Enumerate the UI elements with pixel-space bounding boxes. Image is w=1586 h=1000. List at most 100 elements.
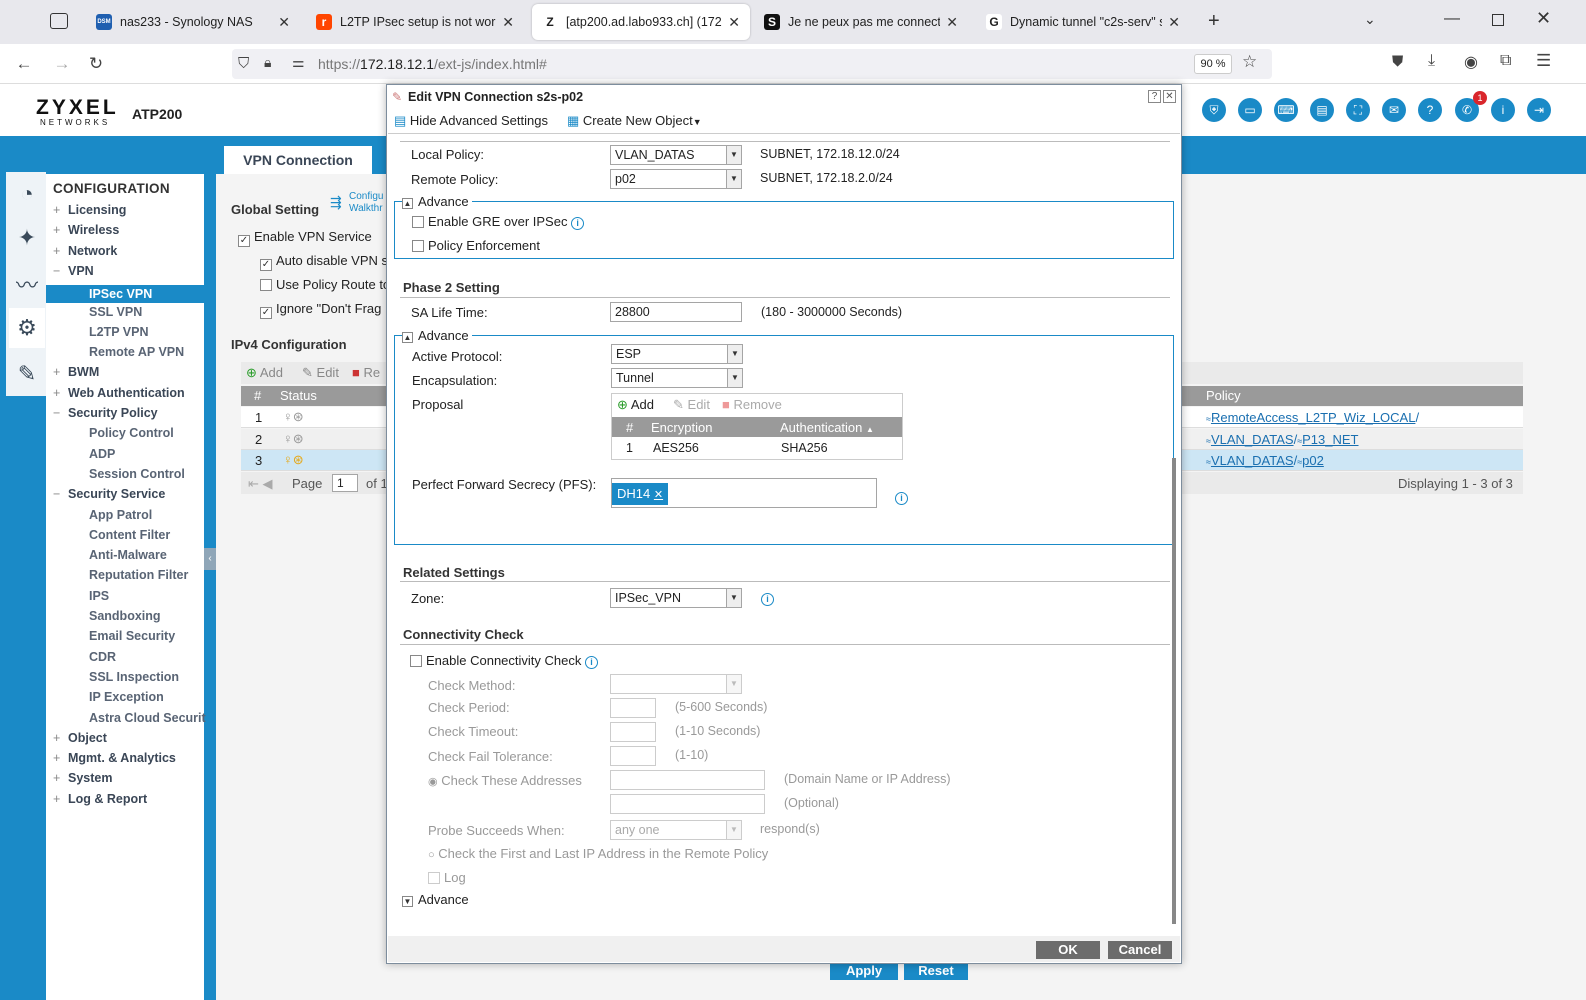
sidebar-item[interactable]: Astra Cloud Securit (89, 711, 206, 725)
reset-button[interactable]: Reset (904, 962, 968, 980)
bookmark-star-icon[interactable]: ☆ (1242, 52, 1257, 72)
extensions-icon[interactable]: ⧉ (1500, 52, 1511, 70)
sidebar-item[interactable]: Content Filter (89, 528, 170, 542)
proposal-col-encryption[interactable]: Encryption (651, 420, 712, 435)
close-tab-icon[interactable]: ✕ (728, 14, 740, 31)
use-policy-route-checkbox[interactable]: Use Policy Route to (260, 277, 390, 292)
sidebar-item[interactable]: + Licensing (53, 203, 126, 217)
sidebar-item[interactable]: + BWM (53, 365, 99, 379)
sidebar-item[interactable]: ADP (89, 447, 115, 461)
account-icon[interactable]: ◉ (1464, 52, 1478, 72)
expand-toggle-icon[interactable]: + (53, 771, 68, 785)
shield-icon[interactable]: ⛉ (238, 55, 249, 72)
sidebar-item[interactable]: Policy Control (89, 426, 174, 440)
proposal-remove-button[interactable]: ■ Remove (722, 397, 782, 412)
policy-cell[interactable]: ≈VLAN_DATAS/≈p02 (1206, 453, 1324, 468)
grid-add-button[interactable]: ⊕ Add (246, 365, 283, 381)
sa-life-input[interactable]: 28800 (610, 302, 742, 322)
grid-col-status[interactable]: Status (280, 388, 317, 403)
log-checkbox[interactable]: Log (428, 870, 466, 885)
walkthrough-icon[interactable]: ⇶ (330, 194, 342, 211)
network-topology-icon[interactable]: ⛶ (1346, 98, 1370, 122)
dialog-close-icon[interactable]: ✕ (1163, 90, 1176, 103)
sidebar-item[interactable]: + Web Authentication (53, 386, 185, 400)
browser-tab[interactable]: DSM nas233 - Synology NAS ✕ (86, 4, 300, 40)
close-tab-icon[interactable]: ✕ (502, 14, 514, 31)
policy-enforcement-checkbox[interactable]: Policy Enforcement (412, 238, 540, 253)
forward-arrow-icon[interactable]: → (50, 52, 74, 76)
expand-toggle-icon[interactable]: − (53, 487, 68, 501)
enable-gre-checkbox[interactable]: Enable GRE over IPSec i (412, 214, 585, 230)
create-new-object-button[interactable]: ▦ Create New Object▼ (567, 113, 702, 129)
browser-tab[interactable]: r L2TP IPsec setup is not working ✕ (306, 4, 524, 40)
grid-col-num[interactable]: # (254, 388, 261, 403)
expand-toggle-icon[interactable]: − (53, 264, 68, 278)
sidebar-item[interactable]: + Mgmt. & Analytics (53, 751, 176, 765)
cancel-button[interactable]: Cancel (1108, 941, 1172, 959)
encapsulation-select[interactable]: Tunnel ▼ (611, 368, 743, 388)
config-walkthrough-link[interactable]: Configu Walkthr (349, 191, 383, 215)
hide-advanced-button[interactable]: ▤ Hide Advanced Settings (394, 113, 548, 129)
sidebar-item[interactable]: − Security Policy (53, 406, 158, 420)
active-protocol-select[interactable]: ESP ▼ (611, 344, 743, 364)
about-info-icon[interactable]: i (1491, 98, 1515, 122)
sidebar-item[interactable]: Remote AP VPN (89, 345, 184, 359)
info-icon[interactable]: i (584, 656, 598, 669)
ignore-dont-frag-checkbox[interactable]: ✓ Ignore "Don't Frag (260, 301, 381, 319)
sidebar-item[interactable]: IPSec VPN (46, 285, 204, 304)
ok-button[interactable]: OK (1036, 941, 1100, 959)
sidebar-item[interactable]: + System (53, 771, 112, 785)
apply-button[interactable]: Apply (830, 962, 898, 980)
expand-toggle-icon[interactable]: − (53, 406, 68, 420)
sidebar-item[interactable]: + Wireless (53, 223, 119, 237)
expand-toggle-icon[interactable]: + (53, 386, 68, 400)
proposal-col-num[interactable]: # (626, 420, 633, 435)
zoom-level-badge[interactable]: 90 % (1194, 54, 1232, 74)
policy-cell[interactable]: ≈VLAN_DATAS/≈P13_NET (1206, 432, 1359, 447)
check-period-input[interactable] (610, 698, 656, 718)
dashboard-gauge-icon[interactable]: ◔ (9, 174, 45, 214)
connectivity-advance-toggle[interactable]: ▼ Advance (402, 892, 469, 907)
collapse-sidebar-handle[interactable]: ‹ (204, 548, 216, 570)
chat-icon[interactable]: ✉ (1382, 98, 1406, 122)
check-timeout-input[interactable] (610, 722, 656, 742)
close-window-button[interactable]: ✕ (1536, 8, 1551, 29)
phase2-advance-toggle[interactable]: ▲ Advance (402, 328, 472, 343)
sidebar-item[interactable]: L2TP VPN (89, 325, 149, 339)
local-policy-select[interactable]: VLAN_DATAS ▼ (610, 145, 742, 165)
minimize-button[interactable]: — (1444, 10, 1460, 28)
sidebar-item[interactable]: SSL Inspection (89, 670, 179, 684)
browser-tab[interactable]: G Dynamic tunnel "c2s-serv" shou ✕ (976, 4, 1190, 40)
sidebar-item[interactable]: CDR (89, 650, 116, 664)
proposal-edit-button[interactable]: ✎ Edit (673, 397, 710, 413)
sidebar-item[interactable]: Sandboxing (89, 609, 161, 623)
check-addresses-radio[interactable]: ◉ Check These Addresses (428, 773, 582, 788)
monitor-icon[interactable]: 〰 (9, 264, 45, 304)
info-icon[interactable]: i (571, 217, 585, 230)
tab-list-chevron-icon[interactable]: ⌄ (1364, 11, 1376, 28)
enable-connectivity-checkbox[interactable]: Enable Connectivity Check i (410, 653, 598, 669)
sidebar-item[interactable]: IPS (89, 589, 109, 603)
logout-icon[interactable]: ⇥ (1527, 98, 1551, 122)
pfs-info-icon[interactable]: i (895, 489, 908, 505)
grid-edit-button[interactable]: ✎ Edit (302, 365, 339, 381)
remove-tag-icon[interactable]: ✕ (654, 489, 663, 501)
security-shield-icon[interactable]: ⛨ (1202, 98, 1226, 122)
sidebar-item[interactable]: Session Control (89, 467, 185, 481)
sidebar-item[interactable]: + Log & Report (53, 792, 147, 806)
maximize-button[interactable] (1492, 14, 1504, 26)
pocket-icon[interactable]: ⛊ (1392, 53, 1403, 70)
grid-remove-button[interactable]: ■ Re (352, 365, 380, 380)
enable-vpn-service-checkbox[interactable]: ✓ Enable VPN Service (238, 229, 372, 247)
policy-cell[interactable]: ≈RemoteAccess_L2TP_Wiz_LOCAL/ (1206, 410, 1419, 425)
help-icon[interactable]: ? (1418, 98, 1442, 122)
close-tab-icon[interactable]: ✕ (1168, 14, 1180, 31)
check-first-last-radio[interactable]: ○ Check the First and Last IP Address in… (428, 846, 768, 861)
sidebar-item[interactable]: Anti-Malware (89, 548, 167, 562)
pfs-tag[interactable]: DH14 ✕ (612, 483, 669, 505)
expand-toggle-icon[interactable]: + (53, 244, 68, 258)
expand-toggle-icon[interactable]: + (53, 751, 68, 765)
lock-icon[interactable]: 🔒︎ (264, 54, 271, 71)
sidebar-item[interactable]: Email Security (89, 629, 175, 643)
auto-disable-checkbox[interactable]: ✓ Auto disable VPN s (260, 253, 388, 271)
